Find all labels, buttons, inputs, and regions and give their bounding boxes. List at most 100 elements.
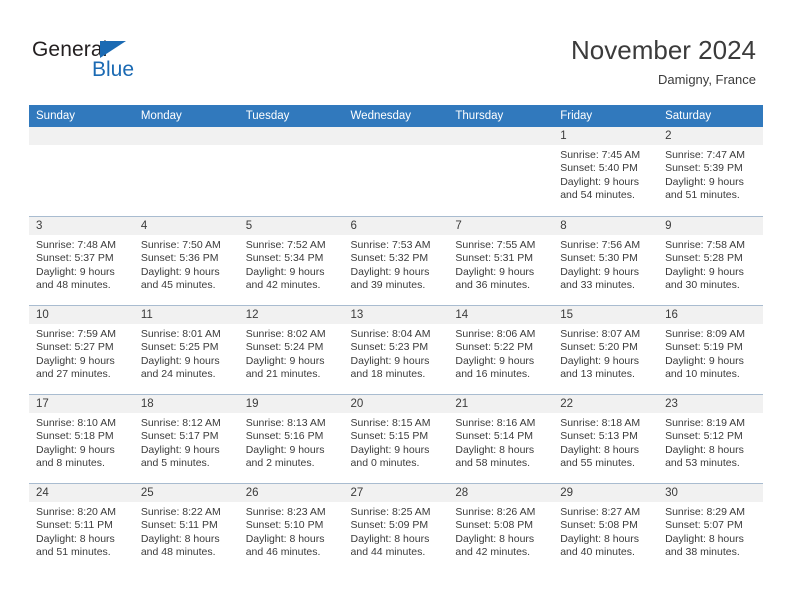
weekday-header-monday: Monday [133,105,239,127]
day-cell-inner [29,127,134,216]
calendar-day-cell[interactable]: 23 Sunrise: 8:19 AM Sunset: 5:12 PM Dayli… [658,394,763,483]
sun-times-details: Sunrise: 8:22 AM Sunset: 5:11 PM Dayligh… [140,506,221,559]
calendar-day-cell[interactable]: 12 Sunrise: 8:02 AM Sunset: 5:24 PM Dayli… [238,305,344,394]
calendar-day-cell[interactable]: 9 Sunrise: 7:58 AM Sunset: 5:28 PM Daylig… [658,216,763,305]
calendar-week-row: 17 Sunrise: 8:10 AM Sunset: 5:18 PM Dayli… [29,394,763,483]
calendar-day-cell[interactable]: 28 Sunrise: 8:26 AM Sunset: 5:08 PM Dayli… [448,483,554,572]
day-number: 4 [133,217,239,235]
sun-times-details: Sunrise: 7:45 AM Sunset: 5:40 PM Dayligh… [560,149,641,202]
sun-times-details: Sunrise: 7:53 AM Sunset: 5:32 PM Dayligh… [350,239,431,292]
calendar-container: Sunday Monday Tuesday Wednesday Thursday Frid… [29,105,763,572]
calendar-day-cell[interactable]: 25 Sunrise: 8:22 AM Sunset: 5:11 PM Dayli… [133,483,239,572]
calendar-day-cell[interactable]: 14 Sunrise: 8:06 AM Sunset: 5:22 PM Dayli… [448,305,554,394]
day-number: 27 [343,484,449,502]
weekday-header-saturday: Saturday [658,105,763,127]
day-number: 8 [553,217,659,235]
calendar-day-cell[interactable]: 19 Sunrise: 8:13 AM Sunset: 5:16 PM Dayli… [238,394,344,483]
day-number: 23 [658,395,763,413]
weekday-header-row: Sunday Monday Tuesday Wednesday Thursday Frid… [29,105,763,127]
calendar-day-cell[interactable]: 24 Sunrise: 8:20 AM Sunset: 5:11 PM Dayli… [29,483,134,572]
day-number: 3 [29,217,134,235]
day-number: 18 [133,395,239,413]
calendar-day-cell[interactable]: 5 Sunrise: 7:52 AM Sunset: 5:34 PM Daylig… [238,216,344,305]
calendar-day-cell[interactable]: 8 Sunrise: 7:56 AM Sunset: 5:30 PM Daylig… [553,216,659,305]
calendar-day-cell[interactable]: 16 Sunrise: 8:09 AM Sunset: 5:19 PM Dayli… [658,305,763,394]
day-number: 10 [29,306,134,324]
sun-times-details: Sunrise: 7:59 AM Sunset: 5:27 PM Dayligh… [36,328,116,381]
calendar-day-cell[interactable]: 4 Sunrise: 7:50 AM Sunset: 5:36 PM Daylig… [133,216,239,305]
day-number: 14 [448,306,554,324]
calendar-day-cell[interactable]: 21 Sunrise: 8:16 AM Sunset: 5:14 PM Dayli… [448,394,554,483]
calendar-day-cell[interactable]: 13 Sunrise: 8:04 AM Sunset: 5:23 PM Dayli… [343,305,449,394]
calendar-week-row: 10 Sunrise: 7:59 AM Sunset: 5:27 PM Dayli… [29,305,763,394]
day-number [238,127,344,145]
calendar-day-cell[interactable]: 3 Sunrise: 7:48 AM Sunset: 5:37 PM Daylig… [29,216,134,305]
sun-times-details: Sunrise: 7:58 AM Sunset: 5:28 PM Dayligh… [665,239,746,292]
day-cell-inner: 14 Sunrise: 8:06 AM Sunset: 5:22 PM Dayli… [448,305,554,394]
day-number: 28 [448,484,554,502]
day-number [29,127,134,145]
calendar-day-cell[interactable]: 1 Sunrise: 7:45 AM Sunset: 5:40 PM Daylig… [553,127,659,216]
calendar-day-cell[interactable]: 2 Sunrise: 7:47 AM Sunset: 5:39 PM Daylig… [658,127,763,216]
sun-times-details: Sunrise: 8:15 AM Sunset: 5:15 PM Dayligh… [350,417,431,470]
calendar-body: 1 Sunrise: 7:45 AM Sunset: 5:40 PM Daylig… [29,127,763,572]
day-cell-inner: 15 Sunrise: 8:07 AM Sunset: 5:20 PM Dayli… [553,305,659,394]
sun-times-details: Sunrise: 7:47 AM Sunset: 5:39 PM Dayligh… [665,149,746,202]
calendar-empty-cell [343,127,449,216]
day-cell-inner: 4 Sunrise: 7:50 AM Sunset: 5:36 PM Daylig… [133,216,239,305]
calendar-week-row: 24 Sunrise: 8:20 AM Sunset: 5:11 PM Dayli… [29,483,763,572]
calendar-day-cell[interactable]: 18 Sunrise: 8:12 AM Sunset: 5:17 PM Dayli… [133,394,239,483]
day-number: 1 [553,127,659,145]
calendar-day-cell[interactable]: 22 Sunrise: 8:18 AM Sunset: 5:13 PM Dayli… [553,394,659,483]
day-number: 7 [448,217,554,235]
calendar-header-row: Sunday Monday Tuesday Wednesday Thursday Frid… [29,105,763,127]
day-cell-inner: 13 Sunrise: 8:04 AM Sunset: 5:23 PM Dayli… [343,305,449,394]
day-cell-inner: 10 Sunrise: 7:59 AM Sunset: 5:27 PM Dayli… [29,305,134,394]
day-cell-inner [448,127,554,216]
weekday-header-thursday: Thursday [448,105,554,127]
calendar-week-row: 3 Sunrise: 7:48 AM Sunset: 5:37 PM Daylig… [29,216,763,305]
sun-times-details: Sunrise: 8:04 AM Sunset: 5:23 PM Dayligh… [350,328,431,381]
sun-times-details: Sunrise: 8:16 AM Sunset: 5:14 PM Dayligh… [455,417,536,470]
sun-times-details: Sunrise: 8:20 AM Sunset: 5:11 PM Dayligh… [36,506,116,559]
day-cell-inner: 18 Sunrise: 8:12 AM Sunset: 5:17 PM Dayli… [133,394,239,483]
calendar-day-cell[interactable]: 7 Sunrise: 7:55 AM Sunset: 5:31 PM Daylig… [448,216,554,305]
calendar-day-cell[interactable]: 20 Sunrise: 8:15 AM Sunset: 5:15 PM Dayli… [343,394,449,483]
day-cell-inner [343,127,449,216]
page-subtitle: Damigny, France [657,72,756,87]
calendar-day-cell[interactable]: 30 Sunrise: 8:29 AM Sunset: 5:07 PM Dayli… [658,483,763,572]
sun-times-details: Sunrise: 8:01 AM Sunset: 5:25 PM Dayligh… [140,328,221,381]
calendar-day-cell[interactable]: 15 Sunrise: 8:07 AM Sunset: 5:20 PM Dayli… [553,305,659,394]
calendar-day-cell[interactable]: 29 Sunrise: 8:27 AM Sunset: 5:08 PM Dayli… [553,483,659,572]
day-cell-inner: 11 Sunrise: 8:01 AM Sunset: 5:25 PM Dayli… [133,305,239,394]
calendar-table: Sunday Monday Tuesday Wednesday Thursday Frid… [29,105,763,572]
sun-times-details: Sunrise: 8:06 AM Sunset: 5:22 PM Dayligh… [455,328,536,381]
calendar-day-cell[interactable]: 6 Sunrise: 7:53 AM Sunset: 5:32 PM Daylig… [343,216,449,305]
day-number: 12 [238,306,344,324]
calendar-day-cell[interactable]: 10 Sunrise: 7:59 AM Sunset: 5:27 PM Dayli… [29,305,134,394]
sun-times-details: Sunrise: 8:10 AM Sunset: 5:18 PM Dayligh… [36,417,116,470]
day-cell-inner: 5 Sunrise: 7:52 AM Sunset: 5:34 PM Daylig… [238,216,344,305]
general-blue-logo[interactable]: General Blue [32,38,232,86]
day-number: 20 [343,395,449,413]
day-cell-inner: 20 Sunrise: 8:15 AM Sunset: 5:15 PM Dayli… [343,394,449,483]
sun-times-details: Sunrise: 8:13 AM Sunset: 5:16 PM Dayligh… [245,417,326,470]
calendar-day-cell[interactable]: 27 Sunrise: 8:25 AM Sunset: 5:09 PM Dayli… [343,483,449,572]
calendar-page: General Blue November 2024 Damigny, Fran… [0,0,792,612]
day-number: 11 [133,306,239,324]
day-number: 21 [448,395,554,413]
day-number: 2 [658,127,763,145]
day-number [448,127,554,145]
day-cell-inner: 8 Sunrise: 7:56 AM Sunset: 5:30 PM Daylig… [553,216,659,305]
day-number: 9 [658,217,763,235]
sun-times-details: Sunrise: 8:02 AM Sunset: 5:24 PM Dayligh… [245,328,326,381]
sun-times-details: Sunrise: 8:26 AM Sunset: 5:08 PM Dayligh… [455,506,536,559]
sun-times-details: Sunrise: 8:29 AM Sunset: 5:07 PM Dayligh… [665,506,746,559]
sun-times-details: Sunrise: 8:23 AM Sunset: 5:10 PM Dayligh… [245,506,326,559]
calendar-day-cell[interactable]: 11 Sunrise: 8:01 AM Sunset: 5:25 PM Dayli… [133,305,239,394]
sun-times-details: Sunrise: 8:19 AM Sunset: 5:12 PM Dayligh… [665,417,746,470]
calendar-day-cell[interactable]: 26 Sunrise: 8:23 AM Sunset: 5:10 PM Dayli… [238,483,344,572]
sun-times-details: Sunrise: 8:09 AM Sunset: 5:19 PM Dayligh… [665,328,746,381]
calendar-day-cell[interactable]: 17 Sunrise: 8:10 AM Sunset: 5:18 PM Dayli… [29,394,134,483]
sun-times-details: Sunrise: 7:48 AM Sunset: 5:37 PM Dayligh… [36,239,116,292]
